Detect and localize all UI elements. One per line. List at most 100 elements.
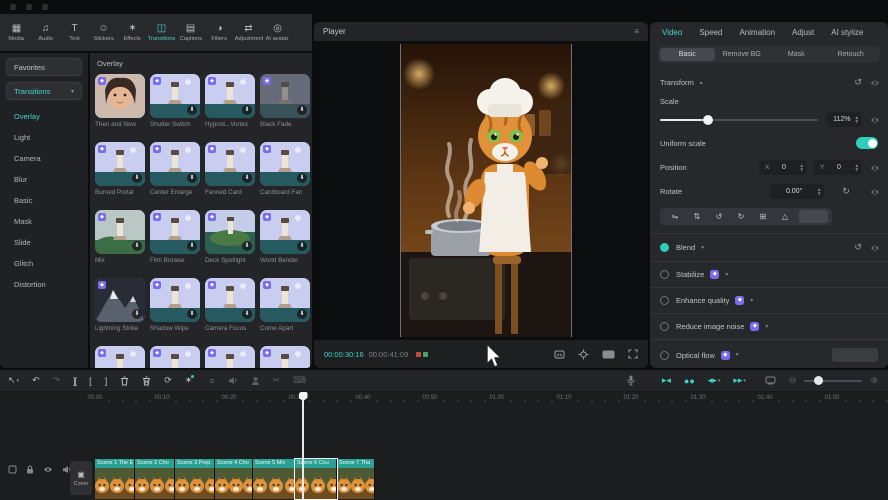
toolbar-item-media[interactable]: ▦Media	[2, 23, 31, 42]
transition-item-burned-portal[interactable]: ◆⬇Burned Portal	[95, 142, 147, 198]
transition-thumb[interactable]: ◆⬇	[95, 278, 145, 322]
toolbar-item-effects[interactable]: ✶Effects	[118, 23, 147, 42]
transition-item[interactable]: ◆⬇	[260, 346, 312, 368]
fullscreen-icon[interactable]	[628, 349, 638, 359]
transition-item-come-apart[interactable]: ◆⬇Come Apart	[260, 278, 312, 334]
rotate-left-icon[interactable]: ↺	[708, 212, 730, 221]
rotate-value-box[interactable]: 0.00° ▲▼	[769, 184, 824, 199]
sidebar-item-glitch[interactable]: Glitch	[6, 253, 82, 274]
transition-thumb[interactable]: ◆⬇	[150, 74, 200, 118]
rotate-right-icon[interactable]: ↻	[730, 212, 752, 221]
lock-icon[interactable]	[26, 465, 34, 474]
ratio-icon[interactable]	[554, 350, 565, 359]
split-icon[interactable]: ][	[73, 376, 76, 386]
sidebar-item-camera[interactable]: Camera	[6, 148, 82, 169]
toolbar-item-adjustment[interactable]: ⇄Adjustment	[234, 23, 263, 42]
track-list-icon[interactable]: ≡	[209, 376, 214, 386]
toolbar-item-transitions[interactable]: ◫Transitions	[147, 23, 176, 42]
transition-item-then-and-now[interactable]: ◆Then and Now	[95, 74, 147, 130]
trim-right-icon[interactable]: ]	[105, 376, 108, 386]
mute-track-icon[interactable]	[228, 376, 238, 385]
transform-keyframe-icon[interactable]: ‹◇›	[871, 79, 878, 87]
blend-keyframe-icon[interactable]: ‹◇›	[871, 244, 878, 252]
magic-tool-icon[interactable]: ✶	[185, 375, 197, 386]
stabilize-expand-icon[interactable]: ▾	[725, 272, 728, 278]
tab-adjust[interactable]: Adjust	[792, 28, 814, 37]
transition-thumb[interactable]: ◆⬇	[95, 210, 145, 254]
focus-icon[interactable]	[578, 349, 589, 360]
transition-thumb[interactable]: ◆⬇	[205, 278, 255, 322]
toolbar-item-filters[interactable]: ◑Filters	[205, 23, 234, 42]
favorites-button[interactable]: Favorites	[6, 58, 82, 76]
stabilize-checkbox[interactable]	[660, 270, 669, 279]
timeline-ruler[interactable]: 00:0000:1000:2000:3000:4000:5001:0001:10…	[0, 392, 888, 405]
transition-item-film-browse[interactable]: ◆⬇Film Browse	[150, 210, 202, 266]
rotate-keyframe-icon[interactable]: ‹◇›	[871, 188, 878, 196]
position-x-box[interactable]: X 0 ▲▼	[759, 160, 807, 175]
zoom-in-icon[interactable]: ⊕	[870, 375, 878, 386]
playhead[interactable]	[302, 392, 304, 500]
trim-left-icon[interactable]: [	[89, 376, 92, 386]
flip-tools-extra[interactable]	[799, 210, 828, 223]
sidebar-item-overlay[interactable]: Overlay	[6, 106, 82, 127]
subtab-remove-bg[interactable]: Remove BG	[715, 48, 770, 61]
tab-animation[interactable]: Animation	[739, 28, 775, 37]
select-tool-icon[interactable]: ↖▾	[8, 375, 19, 386]
delete-all-icon[interactable]	[142, 376, 151, 386]
tab-ai-stylize[interactable]: AI stylize	[831, 28, 863, 37]
position-y-box[interactable]: Y 0 ▲▼	[814, 160, 862, 175]
transition-item-black-fade[interactable]: ◆⬇Black Fade	[260, 74, 312, 130]
optical-flow-checkbox[interactable]	[660, 351, 669, 360]
preview-axis-icon[interactable]: ▸◂	[662, 375, 671, 386]
transition-thumb[interactable]: ◆⬇	[150, 142, 200, 186]
toolbar-item-audio[interactable]: ♫Audio	[31, 23, 60, 42]
flip-horizontal-icon[interactable]: ⇋	[664, 212, 686, 221]
enhance-quality-checkbox[interactable]	[660, 296, 669, 305]
blend-reset-icon[interactable]: ↺	[854, 242, 862, 253]
transition-thumb[interactable]: ◆⬇	[260, 74, 310, 118]
subtab-basic[interactable]: Basic	[660, 48, 715, 61]
transition-thumb[interactable]: ◆⬇	[95, 142, 145, 186]
rotate-stepper[interactable]: ▲▼	[817, 188, 821, 196]
optical-flow-expand-icon[interactable]: ▾	[736, 352, 739, 358]
transition-thumb[interactable]: ◆⬇	[150, 210, 200, 254]
transition-thumb[interactable]: ◆⬇	[150, 346, 200, 368]
transition-item-shadow-wipe[interactable]: ◆⬇Shadow Wipe	[150, 278, 202, 334]
timeline-clip-scene-4-cho[interactable]: Scene 4 Cho	[215, 459, 253, 499]
transitions-dropdown[interactable]: Transitions ▾	[6, 82, 82, 100]
auto-snap-icon[interactable]: ●●	[684, 376, 695, 386]
record-voiceover-icon[interactable]	[627, 375, 635, 386]
toolbar-item-stickers[interactable]: ☺Stickers	[89, 23, 118, 42]
transition-item-cardboard-fan[interactable]: ◆⬇Cardboard Fan	[260, 142, 312, 198]
video-frame[interactable]	[400, 44, 572, 337]
sidebar-item-slide[interactable]: Slide	[6, 232, 82, 253]
track-mode-icon[interactable]: ▸▸▾	[733, 375, 746, 386]
transition-item[interactable]: ◆⬇	[95, 346, 147, 368]
transition-thumb[interactable]: ◆⬇	[205, 142, 255, 186]
zoom-out-icon[interactable]: ⊖	[789, 375, 797, 386]
transition-thumb[interactable]: ◆⬇	[260, 346, 310, 368]
scale-keyframe-icon[interactable]: ‹◇›	[871, 116, 878, 124]
transition-item-hypnot-vortex[interactable]: ◆⬇Hypnot...Vortex	[205, 74, 257, 130]
optical-flow-action-button[interactable]	[832, 348, 878, 362]
timeline-clip-scene-2-cho[interactable]: Scene 2 Cho	[135, 459, 175, 499]
linked-select-icon[interactable]: ◂▸▾	[708, 375, 721, 386]
transition-item[interactable]: ◆⬇	[150, 346, 202, 368]
transition-item-deck-spotlight[interactable]: ◆⬇Deck Spotlight	[205, 210, 257, 266]
enhance-quality-expand-icon[interactable]: ▾	[750, 298, 753, 304]
transition-thumb[interactable]: ◆⬇	[260, 210, 310, 254]
transition-thumb[interactable]: ◆⬇	[205, 74, 255, 118]
subtab-retouch[interactable]: Retouch	[824, 48, 879, 61]
timeline-zoom-slider[interactable]	[804, 380, 862, 382]
align-icon[interactable]: ⊞	[752, 212, 774, 221]
transition-thumb[interactable]: ◆	[95, 74, 145, 118]
reduce-image-noise-expand-icon[interactable]: ▾	[765, 324, 768, 330]
position-x-stepper[interactable]: ▲▼	[799, 164, 803, 172]
timeline-clip-scene-1-the-e[interactable]: Scene 1 The E	[95, 459, 135, 499]
level-icon[interactable]: △	[774, 212, 796, 221]
shortcut-keyboard-icon[interactable]: ⌨	[293, 375, 306, 386]
undo-icon[interactable]: ↶	[32, 375, 40, 386]
adapt-icon[interactable]	[602, 350, 615, 359]
transition-thumb[interactable]: ◆⬇	[205, 346, 255, 368]
flip-vertical-icon[interactable]: ⇅	[686, 212, 708, 221]
